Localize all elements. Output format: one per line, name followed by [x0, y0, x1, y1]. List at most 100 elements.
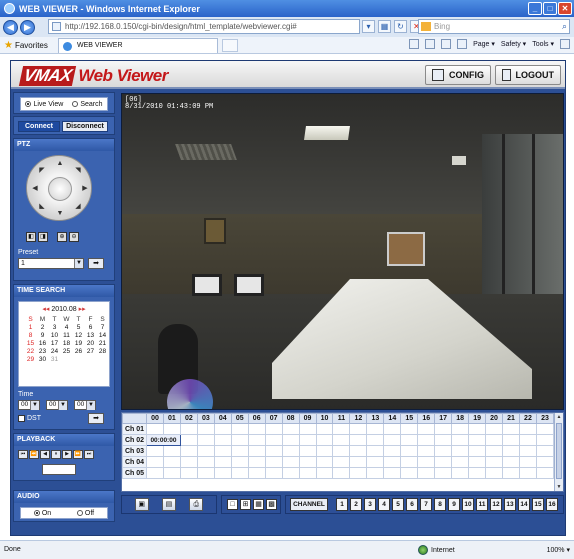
calendar-day[interactable]: 20 [85, 340, 96, 347]
channel-button-5[interactable]: 5 [392, 498, 404, 511]
timeline-cell[interactable] [298, 445, 317, 457]
timeline-cell[interactable] [162, 467, 181, 479]
back-button[interactable]: ◀ [3, 19, 18, 35]
timeline-cell[interactable] [383, 456, 402, 468]
timeline-cell[interactable] [366, 423, 385, 435]
channel-button-9[interactable]: 9 [448, 498, 460, 511]
timeline-cell[interactable] [349, 434, 368, 446]
selected-time-cell[interactable]: 00:00:00 [146, 434, 181, 446]
timeline-cell[interactable] [349, 456, 368, 468]
compat-icon[interactable]: ▦ [378, 20, 391, 33]
audio-off-option[interactable]: Off [76, 509, 94, 517]
config-button[interactable]: CONFIG [425, 65, 491, 85]
timeline-cell[interactable] [315, 445, 334, 457]
split-16-icon[interactable]: ▩ [266, 499, 277, 510]
calendar-day[interactable]: 22 [25, 348, 36, 355]
split-4-icon[interactable]: ⊞ [240, 499, 251, 510]
calendar-day[interactable]: 5 [73, 324, 84, 331]
timeline-cell[interactable] [179, 423, 198, 435]
timeline-cell[interactable] [485, 456, 504, 468]
focus-out-icon[interactable]: ◨ [38, 232, 48, 242]
timeline-cell[interactable] [451, 456, 470, 468]
timeline-cell[interactable] [451, 467, 470, 479]
save-clip-icon[interactable]: ▤ [161, 498, 176, 511]
timeline-cell[interactable] [196, 456, 215, 468]
timeline-cell[interactable] [417, 445, 436, 457]
ptz-downleft-icon[interactable]: ◣ [37, 202, 47, 212]
ptz-left-icon[interactable]: ◀ [30, 184, 40, 194]
minute-select[interactable]: 00 ▼ [46, 400, 68, 410]
preset-go-button[interactable]: ➡ [88, 258, 104, 269]
ptz-up-icon[interactable]: ▲ [55, 159, 65, 169]
calendar-day[interactable]: 1 [25, 324, 36, 331]
timeline-cell[interactable] [298, 456, 317, 468]
scroll-up-icon[interactable]: ▲ [555, 413, 563, 421]
ptz-upleft-icon[interactable]: ◤ [37, 166, 47, 176]
timeline-cell[interactable] [264, 423, 283, 435]
channel-button-6[interactable]: 6 [406, 498, 418, 511]
timeline-cell[interactable] [451, 445, 470, 457]
timeline-scrollbar[interactable]: ▲ ▼ [554, 413, 563, 491]
timeline-cell[interactable] [417, 423, 436, 435]
channel-button-1[interactable]: 1 [336, 498, 348, 511]
timeline-cell[interactable] [332, 434, 351, 446]
dropdown-icon[interactable]: ▾ [362, 20, 375, 33]
channel-button-16[interactable]: 16 [546, 498, 558, 511]
fast-rewind-icon[interactable]: ⏪ [29, 450, 39, 459]
ptz-joystick[interactable]: ▲ ▼ ◀ ▶ ◤ ◥ ◣ ◢ [26, 155, 92, 221]
hour-select[interactable]: 00 ▼ [18, 400, 40, 410]
calendar-day[interactable]: 7 [97, 324, 108, 331]
home-icon[interactable] [409, 39, 420, 49]
timeline-cell[interactable] [349, 423, 368, 435]
channel-button-12[interactable]: 12 [490, 498, 502, 511]
timeline-cell[interactable] [281, 467, 300, 479]
timeline-cell[interactable] [315, 423, 334, 435]
calendar-day[interactable]: 31 [49, 356, 60, 363]
timeline-cell[interactable] [230, 423, 249, 435]
calendar-day[interactable]: 23 [37, 348, 48, 355]
refresh-icon[interactable]: ↻ [394, 20, 407, 33]
timeline-cell[interactable] [400, 423, 419, 435]
timeline-cell[interactable] [518, 423, 537, 435]
timeline-cell[interactable] [434, 423, 453, 435]
timeline-cell[interactable] [366, 456, 385, 468]
save-image-icon[interactable]: ▣ [134, 498, 149, 511]
timeline-cell[interactable] [179, 434, 198, 446]
ptz-right-icon[interactable]: ▶ [80, 184, 90, 194]
calendar-day[interactable]: 24 [49, 348, 60, 355]
timeline-cell[interactable] [383, 445, 402, 457]
timeline-cell[interactable] [230, 456, 249, 468]
timeline-cell[interactable] [366, 467, 385, 479]
connect-button[interactable]: Connect [18, 121, 60, 132]
split-9-icon[interactable]: ▦ [253, 499, 264, 510]
prev-month-icon[interactable]: ◂◂ [42, 306, 49, 313]
timeline-cell[interactable] [502, 467, 520, 479]
url-input[interactable]: http://192.168.0.150/cgi-bin/design/html… [48, 19, 360, 34]
browser-tab[interactable]: WEB VIEWER [58, 38, 218, 53]
timeline-cell[interactable] [417, 456, 436, 468]
timeline-cell[interactable] [502, 445, 520, 457]
pause-icon[interactable]: ⏸ [51, 450, 61, 459]
timeline-cell[interactable] [468, 467, 487, 479]
ptz-down-icon[interactable]: ▼ [55, 209, 65, 219]
timeline-cell[interactable] [366, 445, 385, 457]
disconnect-button[interactable]: Disconnect [62, 121, 108, 132]
timeline-cell[interactable] [179, 467, 198, 479]
calendar-day[interactable]: 9 [37, 332, 48, 339]
calendar-day[interactable]: 8 [25, 332, 36, 339]
search-input[interactable]: Bing ⌕ [418, 19, 570, 34]
timeline-cell[interactable] [264, 434, 283, 446]
menu-page[interactable]: Page ▾ [473, 40, 495, 48]
timeline-cell[interactable] [213, 467, 232, 479]
timeline-cell[interactable] [230, 445, 249, 457]
channel-button-4[interactable]: 4 [378, 498, 390, 511]
zoom-level[interactable]: 100% ▾ [545, 546, 570, 554]
timeline-cell[interactable] [502, 456, 520, 468]
calendar-day[interactable]: 28 [97, 348, 108, 355]
logout-button[interactable]: LOGOUT [495, 65, 561, 85]
timeline-cell[interactable] [349, 445, 368, 457]
channel-button-2[interactable]: 2 [350, 498, 362, 511]
timeline-cell[interactable] [281, 423, 300, 435]
timeline-cell[interactable] [332, 467, 351, 479]
close-icon[interactable]: ✕ [558, 2, 572, 15]
